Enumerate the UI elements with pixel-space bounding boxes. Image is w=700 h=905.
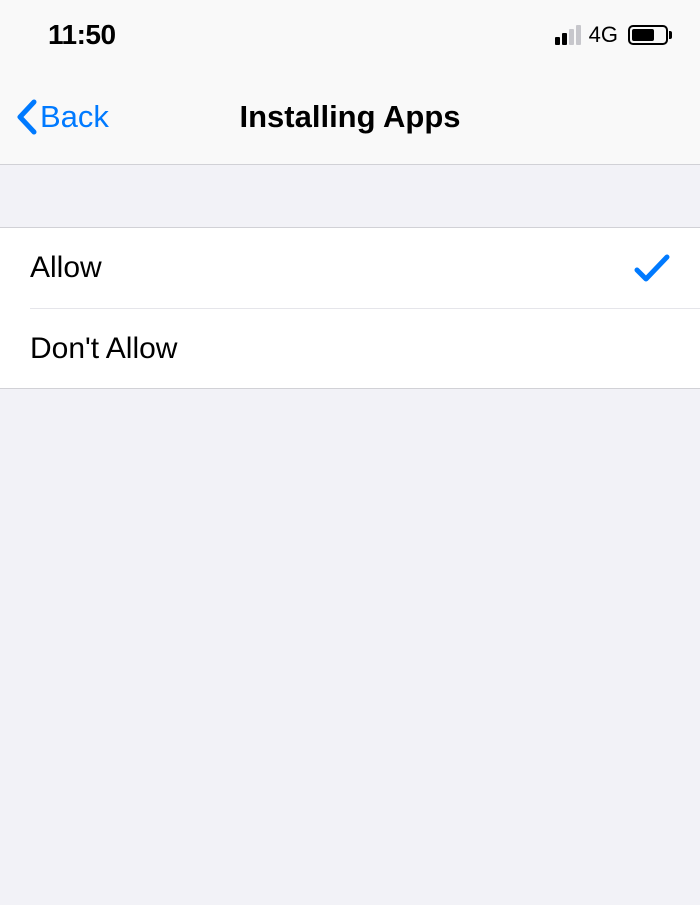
options-list: Allow Don't Allow bbox=[0, 227, 700, 389]
status-right: 4G bbox=[555, 22, 672, 48]
back-button[interactable]: Back bbox=[14, 98, 109, 136]
battery-icon bbox=[628, 25, 672, 45]
nav-bar: Back Installing Apps bbox=[0, 70, 700, 165]
page-title: Installing Apps bbox=[239, 99, 460, 135]
option-allow[interactable]: Allow bbox=[0, 228, 700, 308]
network-type: 4G bbox=[589, 22, 618, 48]
cell-signal-icon bbox=[555, 25, 581, 45]
option-label: Don't Allow bbox=[30, 332, 177, 366]
back-label: Back bbox=[40, 99, 109, 135]
checkmark-icon bbox=[634, 252, 670, 284]
status-bar: 11:50 4G bbox=[0, 0, 700, 70]
status-time: 11:50 bbox=[48, 19, 116, 51]
option-dont-allow[interactable]: Don't Allow bbox=[30, 308, 700, 388]
chevron-left-icon bbox=[14, 98, 38, 136]
option-label: Allow bbox=[30, 251, 102, 285]
